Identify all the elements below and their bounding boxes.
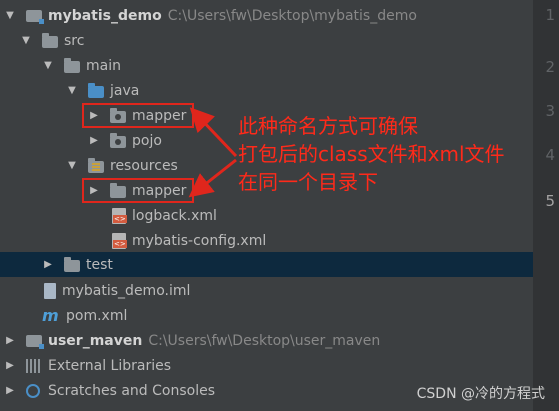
- annotation-line: 打包后的class文件和xml文件: [238, 142, 505, 166]
- annotation-arrows: [188, 107, 238, 198]
- arrow-to-mapper-java: [189, 107, 238, 158]
- annotation-line: 在同一个目录下: [238, 170, 378, 194]
- watermark: CSDN @冷的方程式: [416, 386, 545, 402]
- arrow-to-mapper-resources: [188, 158, 237, 198]
- annotation-line: 此种命名方式可确保: [238, 114, 418, 138]
- annotation-text: 此种命名方式可确保 打包后的class文件和xml文件 在同一个目录下: [238, 112, 505, 196]
